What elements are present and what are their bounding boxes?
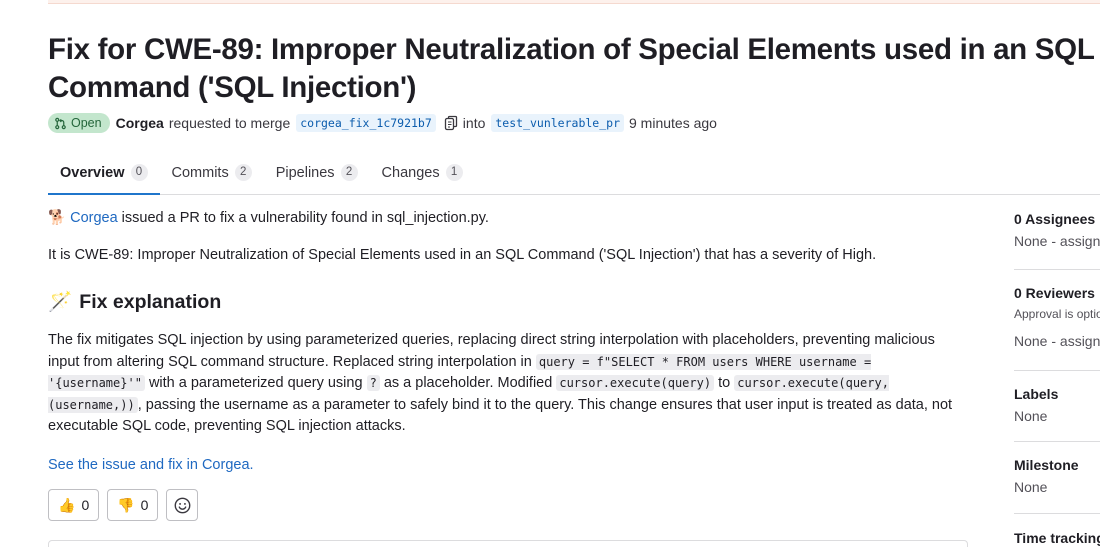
heading-text: Fix explanation: [79, 291, 222, 313]
status-label: Open: [71, 116, 102, 130]
tab-label: Changes: [381, 164, 440, 181]
thumbs-down-button[interactable]: 👎 0: [107, 489, 159, 521]
time-tracking-title: Time tracking: [1014, 530, 1100, 546]
merge-request-meta: Open Corgea requested to merge corgea_fi…: [48, 113, 717, 133]
award-emoji-bar: 👍 0 👎 0: [48, 489, 199, 521]
explain-text: as a placeholder. Modified: [379, 375, 557, 391]
fix-explanation-heading: 🪄 Fix explanation: [48, 289, 968, 315]
merge-request-icon: [55, 117, 66, 129]
intro-line: 🐕 Corgea issued a PR to fix a vulnerabil…: [48, 206, 968, 230]
created-time: 9 minutes ago: [629, 115, 717, 131]
milestone-title: Milestone: [1014, 457, 1079, 473]
tab-label: Overview: [60, 164, 125, 181]
code-snippet: cursor.execute(query): [556, 375, 715, 391]
code-snippet: ?: [366, 375, 380, 391]
tab-label: Pipelines: [275, 164, 335, 181]
magic-wand-icon: 🪄: [48, 291, 73, 313]
explain-text: to: [714, 375, 735, 391]
assignees-section: 0 Assignees None - assign yourself: [1014, 195, 1100, 270]
tab-bar: Overview 0 Commits 2 Pipelines 2 Changes…: [48, 151, 1100, 195]
into-text: into: [462, 115, 486, 131]
intro-text: issued a PR to fix a vulnerability found…: [117, 210, 489, 226]
reviewers-hint: Approval is optional: [1014, 307, 1100, 321]
cwe-line: It is CWE-89: Improper Neutralization of…: [48, 247, 877, 263]
assignees-value[interactable]: None - assign yourself: [1014, 233, 1100, 249]
thumbs-up-button[interactable]: 👍 0: [48, 489, 100, 521]
target-branch[interactable]: test_vunlerable_pr: [491, 114, 624, 132]
thumbs-down-icon: 👎: [117, 496, 135, 513]
add-reaction-button[interactable]: [166, 489, 199, 521]
see-issue-line: See the issue and fix in Corgea.: [48, 454, 968, 476]
tab-changes[interactable]: Changes 1: [370, 151, 475, 194]
thumbs-down-count: 0: [140, 497, 149, 513]
copy-icon[interactable]: [444, 115, 458, 131]
explain-text: with a parameterized query using: [144, 375, 367, 391]
tab-count: 0: [130, 164, 148, 181]
status-badge: Open: [48, 113, 110, 133]
see-issue-link[interactable]: See the issue and fix in Corgea.: [48, 457, 254, 473]
time-tracking-section: Time tracking: [1014, 514, 1100, 546]
reviewers-value[interactable]: None - assign yourself: [1014, 333, 1100, 349]
thumbs-up-icon: 👍: [58, 496, 76, 513]
milestone-value: None: [1014, 479, 1048, 495]
tab-count: 2: [234, 164, 252, 181]
dog-emoji-icon: 🐕: [48, 210, 67, 226]
tab-overview[interactable]: Overview 0: [48, 151, 160, 195]
corgea-link[interactable]: Corgea: [70, 210, 118, 226]
right-sidebar: 0 Assignees None - assign yourself 0 Rev…: [1014, 195, 1100, 546]
fix-explanation-text: The fix mitigates SQL injection by using…: [48, 330, 968, 438]
comment-box: [48, 540, 968, 547]
tab-count: 2: [340, 164, 358, 181]
requested-text: requested to merge: [168, 115, 291, 131]
labels-title: Labels: [1014, 386, 1059, 402]
author-link[interactable]: Corgea: [116, 115, 164, 131]
reviewers-title: 0 Reviewers: [1014, 285, 1095, 301]
labels-value: None: [1014, 408, 1048, 424]
tab-label: Commits: [171, 164, 229, 181]
labels-section: Labels None: [1014, 371, 1100, 442]
milestone-section: Milestone None: [1014, 442, 1100, 514]
reviewers-section: 0 Reviewers Approval is optional None - …: [1014, 270, 1100, 371]
page-title: Fix for CWE-89: Improper Neutralization …: [48, 33, 1095, 104]
source-branch[interactable]: corgea_fix_1c7921b7: [296, 114, 436, 132]
tab-pipelines[interactable]: Pipelines 2: [264, 151, 370, 194]
description: 🐕 Corgea issued a PR to fix a vulnerabil…: [48, 206, 968, 476]
tab-commits[interactable]: Commits 2: [160, 151, 264, 194]
assignees-title: 0 Assignees: [1014, 211, 1096, 227]
explain-text: , passing the username as a parameter to…: [48, 396, 953, 435]
thumbs-up-count: 0: [81, 497, 90, 513]
top-banner: [48, 0, 1100, 4]
tab-count: 1: [445, 164, 463, 181]
smiley-icon: [174, 497, 191, 513]
